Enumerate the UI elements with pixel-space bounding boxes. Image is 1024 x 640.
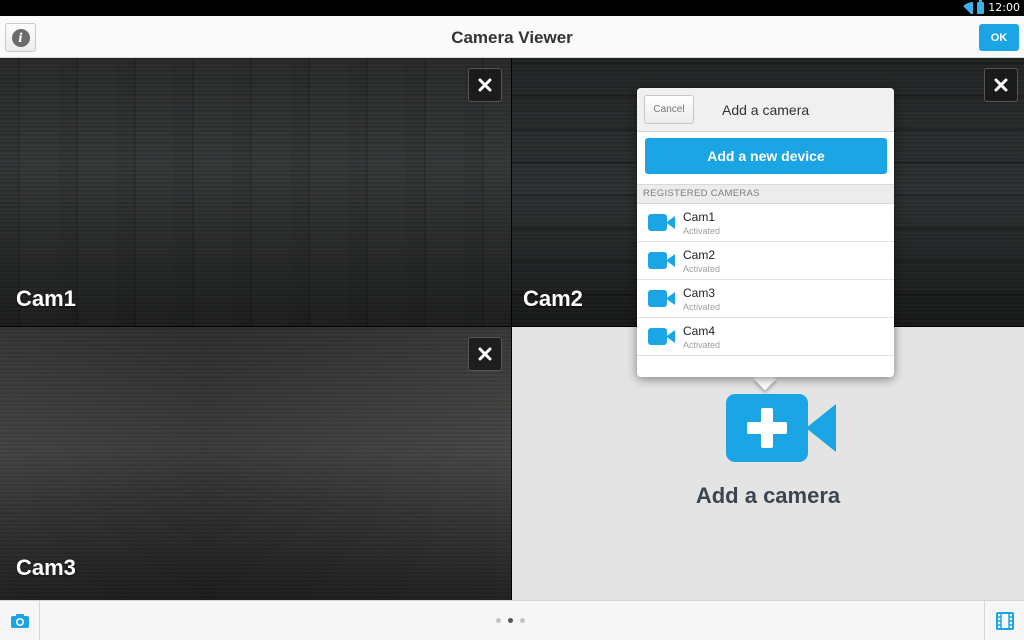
video-camera-icon	[648, 328, 675, 345]
recordings-button[interactable]	[984, 601, 1024, 640]
camera-tile-1[interactable]: Cam1	[0, 58, 511, 326]
page-indicator	[496, 618, 525, 623]
camera-name: Cam1	[683, 210, 716, 224]
battery-icon	[977, 0, 985, 14]
app-header: i Camera Viewer OK	[0, 16, 1024, 58]
camera-tile-label: Cam2	[523, 286, 583, 311]
camera-list-item[interactable]: Cam2 Activated	[637, 242, 894, 280]
add-camera-popup: Cancel Add a camera Add a new device REG…	[637, 88, 894, 377]
close-camera-1-button[interactable]	[468, 68, 502, 102]
video-camera-icon	[648, 214, 675, 231]
cancel-button[interactable]: Cancel	[644, 95, 694, 124]
snapshot-button[interactable]	[0, 601, 40, 640]
close-icon	[478, 347, 492, 361]
add-camera-label[interactable]: Add a camera	[512, 483, 1024, 509]
ok-button[interactable]: OK	[979, 24, 1019, 51]
add-new-device-button[interactable]: Add a new device	[645, 138, 887, 174]
camera-status: Activated	[683, 302, 721, 312]
camera-list-item[interactable]: Cam3 Activated	[637, 280, 894, 318]
popup-title: Add a camera	[722, 102, 810, 118]
page-dot	[520, 618, 525, 623]
add-camera-icon[interactable]	[726, 394, 836, 462]
camera-icon	[10, 614, 29, 628]
status-time: 12:00	[988, 1, 1020, 14]
registered-camera-list: Cam1 Activated Cam2 Activated Cam3 Activ…	[637, 204, 894, 356]
camera-name: Cam2	[683, 248, 716, 262]
page-dot-active	[508, 618, 513, 623]
camera-tile-label: Cam1	[16, 286, 76, 311]
camera-name: Cam3	[683, 286, 716, 300]
page-dot	[496, 618, 501, 623]
camera-status: Activated	[683, 226, 721, 236]
film-icon	[995, 612, 1014, 630]
close-icon	[994, 78, 1008, 92]
status-bar: 12:00	[0, 0, 1024, 16]
video-camera-icon	[648, 252, 675, 269]
page-title: Camera Viewer	[451, 28, 573, 47]
popup-header: Cancel Add a camera	[637, 88, 894, 132]
bottom-bar	[0, 600, 1024, 640]
camera-name: Cam4	[683, 324, 716, 338]
close-camera-2-button[interactable]	[984, 68, 1018, 102]
camera-list-item[interactable]: Cam1 Activated	[637, 204, 894, 242]
video-camera-icon	[648, 290, 675, 307]
camera-status: Activated	[683, 264, 721, 274]
camera-status: Activated	[683, 340, 721, 350]
camera-tile-3[interactable]: Cam3	[0, 327, 511, 600]
registered-cameras-heading: REGISTERED CAMERAS	[637, 184, 894, 204]
camera-tile-label: Cam3	[16, 555, 76, 580]
camera-list-item[interactable]: Cam4 Activated	[637, 318, 894, 356]
wifi-icon	[959, 2, 973, 14]
close-camera-3-button[interactable]	[468, 337, 502, 371]
close-icon	[478, 78, 492, 92]
